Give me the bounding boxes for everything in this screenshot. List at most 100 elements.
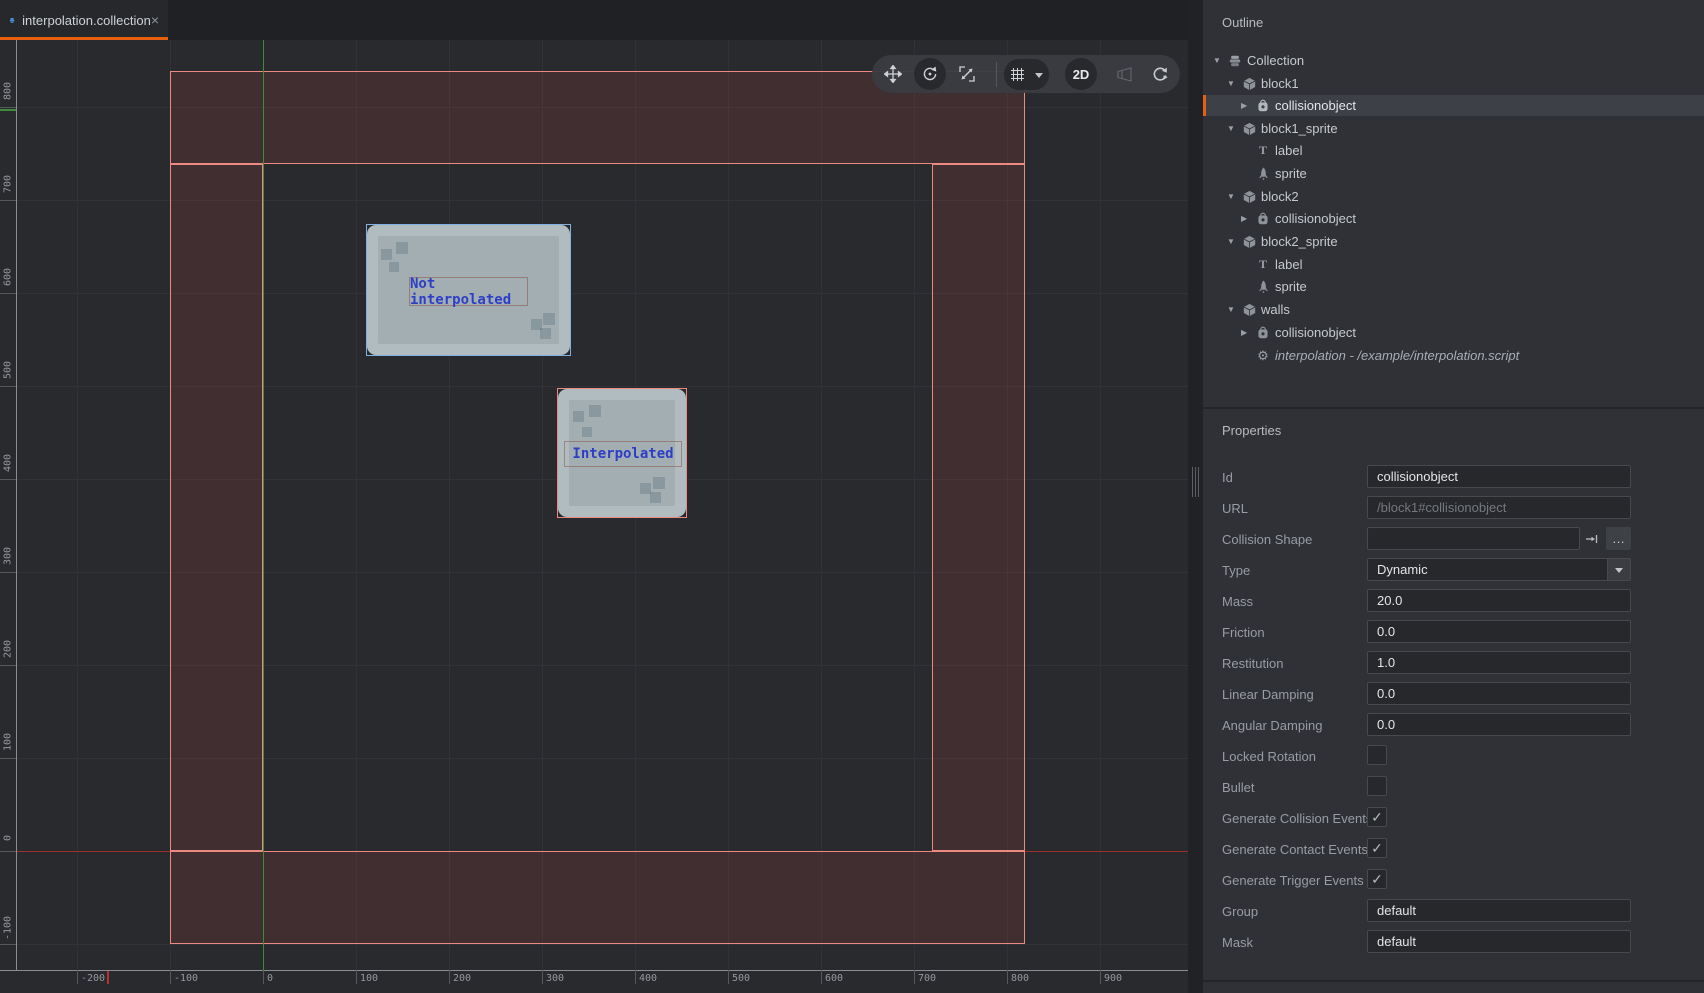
scale-tool-button[interactable] [951,58,983,90]
friction-field[interactable]: 0.0 [1367,620,1631,643]
panel-splitter[interactable] [1188,0,1203,993]
grid-line [1100,40,1101,970]
block-label: Not interpolated [409,277,528,306]
expander-icon[interactable]: ▼ [1227,305,1240,314]
group-field[interactable]: default [1367,899,1631,922]
tree-item-collection[interactable]: ▼ Collection [1203,50,1704,71]
grid-line [449,40,450,970]
expander-icon[interactable]: ▶ [1241,214,1254,223]
tab-title: interpolation.collection [22,13,151,28]
bullet-checkbox[interactable] [1367,776,1387,796]
prop-label-generate-contact-events: Generate Contact Events [1222,842,1368,857]
expander-icon[interactable]: ▼ [1227,79,1240,88]
block-not-interpolated[interactable]: Not interpolated [366,224,571,356]
tree-item-label[interactable]: T label [1203,254,1704,275]
grid-line [728,40,729,970]
tree-item-block2[interactable]: ▼ block2 [1203,186,1704,207]
grid-line [16,944,1188,945]
tree-item-block1-sprite[interactable]: ▼ block1_sprite [1203,118,1704,139]
game-object-icon [1240,122,1258,136]
outline-section-title: Outline [1222,15,1263,30]
prop-label-mask: Mask [1222,935,1253,950]
move-icon [884,65,902,83]
selection-indicator [1203,95,1206,116]
prop-label-generate-collision-events: Generate Collision Events [1222,811,1372,826]
expander-icon[interactable]: ▶ [1241,328,1254,337]
locked-rotation-checkbox[interactable] [1367,745,1387,765]
open-resource-icon[interactable] [1581,528,1603,550]
section-divider [1203,407,1704,409]
prop-label-group: Group [1222,904,1258,919]
sprite-decor-square [389,262,399,272]
prop-label-mass: Mass [1222,594,1253,609]
tree-item-collisionobject[interactable]: ▶ collisionobject [1203,322,1704,343]
ruler-left-label: 100 [3,733,14,751]
sprite-decor-square [653,477,665,489]
chevron-down-icon [1615,568,1623,577]
ruler-left-label: -100 [3,916,14,940]
sprite-decor-square [573,411,584,422]
tab-interpolation-collection[interactable]: interpolation.collection × [0,0,168,40]
tree-item-collisionobject[interactable]: ▶ collisionobject [1203,95,1704,116]
sprite-icon [1254,167,1272,180]
mass-field[interactable]: 20.0 [1367,589,1631,612]
tree-item-sprite[interactable]: sprite [1203,163,1704,184]
mask-field[interactable]: default [1367,930,1631,953]
ruler-bottom-label: 900 [1104,973,1122,984]
ruler-bottom-label: 700 [918,973,936,984]
frustum-culling-button[interactable] [1108,58,1140,90]
expander-icon[interactable]: ▼ [1227,237,1240,246]
linear-damping-field[interactable]: 0.0 [1367,682,1631,705]
tree-item-walls[interactable]: ▼ walls [1203,299,1704,320]
wall-right[interactable] [932,164,1025,851]
browse-resource-button[interactable]: … [1606,527,1631,550]
scale-icon [958,65,976,83]
tree-item-label[interactable]: T label [1203,140,1704,161]
collision-object-icon [1254,211,1272,226]
grid-dropdown-caret[interactable] [1029,59,1049,90]
expander-icon[interactable]: ▼ [1227,124,1240,133]
ruler-bottom-label: 600 [825,973,843,984]
prop-label-generate-trigger-events: Generate Trigger Events [1222,873,1364,888]
tree-item-script[interactable]: ⚙ interpolation - /example/interpolation… [1203,345,1704,366]
expander-icon[interactable]: ▼ [1227,192,1240,201]
ruler-cursor-marker-x [107,971,109,984]
grid-line [356,40,357,970]
prop-label-collision-shape: Collision Shape [1222,532,1312,547]
wall-bottom[interactable] [170,851,1025,944]
collision-shape-field[interactable] [1367,527,1580,550]
tree-item-block2-sprite[interactable]: ▼ block2_sprite [1203,231,1704,252]
tab-close-icon[interactable]: × [151,12,159,28]
collection-icon [9,13,15,28]
type-dropdown-button[interactable] [1607,558,1631,581]
tree-item-collisionobject[interactable]: ▶ collisionobject [1203,208,1704,229]
wall-left[interactable] [170,164,263,851]
rotate-tool-button[interactable] [914,58,946,90]
expander-icon[interactable]: ▶ [1241,101,1254,110]
grid-toggle-icon[interactable] [1003,59,1031,90]
sprite-decor-square [540,328,551,339]
tree-item-block1[interactable]: ▼ block1 [1203,73,1704,94]
generate-collision-events-checkbox[interactable]: ✓ [1367,807,1387,827]
2d-mode-button[interactable]: 2D [1065,58,1097,90]
move-tool-button[interactable] [877,58,909,90]
block-sprite: Interpolated [558,389,686,517]
tab-bar: interpolation.collection × [0,0,1188,40]
id-field[interactable]: collisionobject [1367,465,1631,488]
game-object-icon [1240,190,1258,204]
block-interpolated[interactable]: Interpolated [557,388,687,518]
tree-item-sprite[interactable]: sprite [1203,276,1704,297]
grid-line [821,40,822,970]
type-dropdown[interactable]: Dynamic [1367,558,1631,581]
scene-viewport[interactable]: Not interpolated Interpolated 800 700 60… [0,0,1188,993]
ruler-bottom-label: -200 [81,973,105,984]
grid-line [914,40,915,970]
ruler-left-label: 700 [3,175,14,193]
restitution-field[interactable]: 1.0 [1367,651,1631,674]
prop-label-locked-rotation: Locked Rotation [1222,749,1316,764]
angular-damping-field[interactable]: 0.0 [1367,713,1631,736]
refresh-button[interactable] [1144,58,1176,90]
generate-trigger-events-checkbox[interactable]: ✓ [1367,869,1387,889]
expander-icon[interactable]: ▼ [1213,56,1226,65]
generate-contact-events-checkbox[interactable]: ✓ [1367,838,1387,858]
